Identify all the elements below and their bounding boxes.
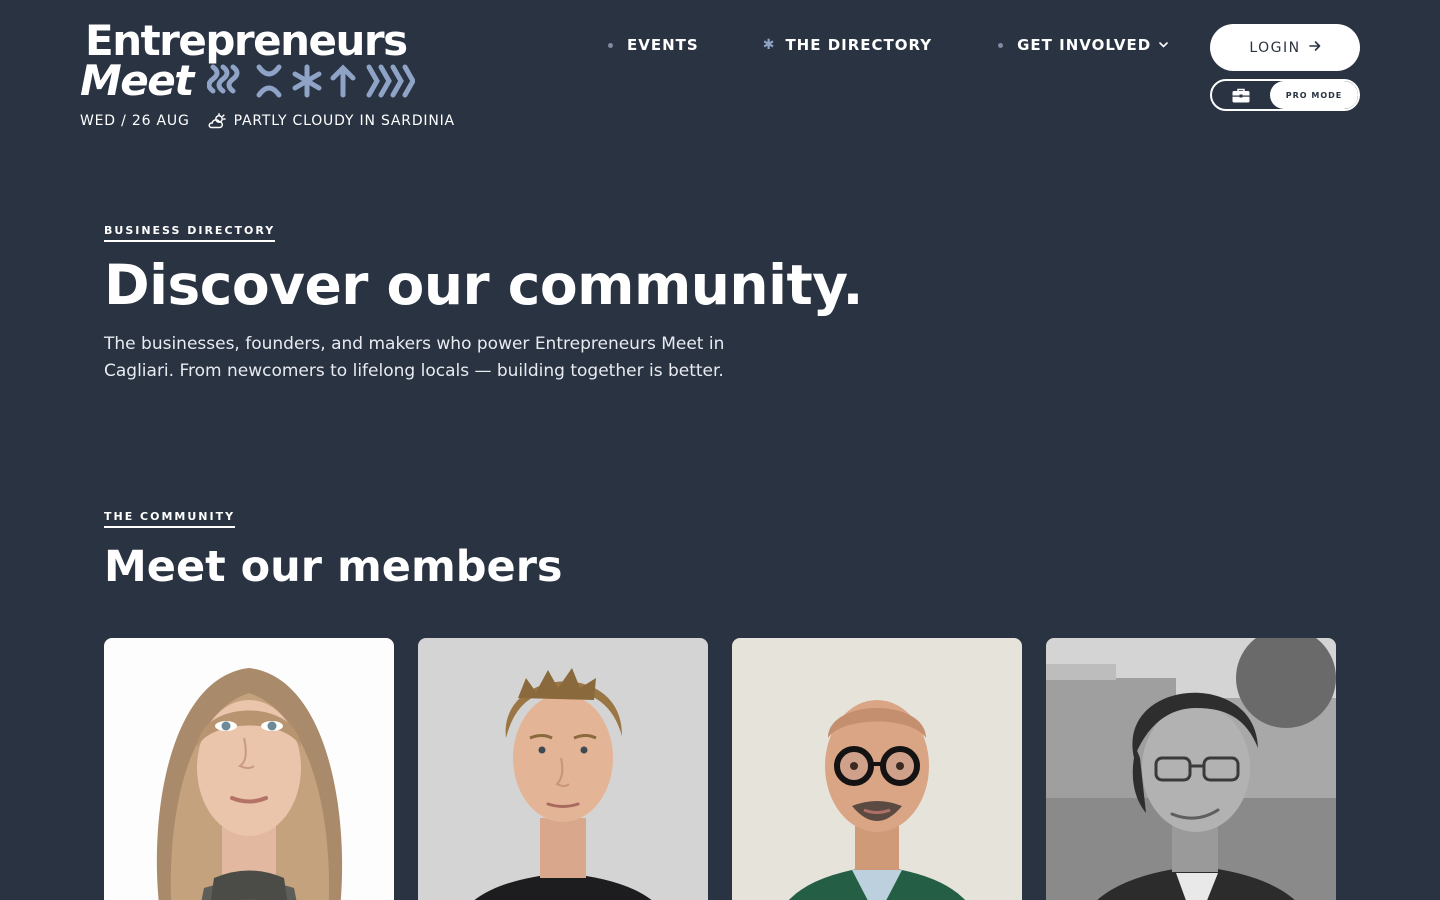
date-weather-bar: WED / 26 AUG PARTLY CLOUDY IN SARDINIA [80,113,455,129]
bullet-dot-icon [608,42,613,48]
chevron-down-icon [1159,42,1168,48]
nav-item-label: EVENTS [627,36,699,54]
login-button[interactable]: LOGIN [1210,24,1360,71]
site-logo[interactable]: Entrepreneurs Meet [80,20,460,105]
member-card[interactable] [418,638,708,900]
member-photo [732,638,1022,900]
page-description: The businesses, founders, and makers who… [104,334,725,381]
nav-item-directory[interactable]: ✱ THE DIRECTORY [763,36,932,54]
pro-mode-label: PRO MODE [1270,81,1358,109]
nav-item-label: GET INVOLVED [1017,36,1152,54]
partly-cloudy-icon [208,113,226,129]
asterisk-icon: ✱ [762,37,776,53]
member-photo [1046,638,1336,900]
member-card[interactable] [732,638,1022,900]
current-date: WED / 26 AUG [80,113,190,129]
page-title: Discover our community. [104,253,863,317]
member-photo [104,638,394,900]
member-card[interactable] [1046,638,1336,900]
login-label: LOGIN [1249,39,1301,56]
member-card[interactable] [104,638,394,900]
logo-wordmark-line2: Meet [80,56,194,105]
bullet-dot-icon [998,42,1004,48]
logo-glyphs-icon [206,63,415,99]
main-nav: EVENTS ✱ THE DIRECTORY GET INVOLVED [608,36,1168,54]
members-section-title: Meet our members [104,542,563,592]
weather-text: PARTLY CLOUDY IN SARDINIA [233,113,455,129]
pro-mode-toggle[interactable]: PRO MODE [1210,79,1360,111]
arrow-right-icon [1308,40,1321,56]
nav-item-events[interactable]: EVENTS [608,36,699,54]
member-cards-grid [104,638,1336,900]
community-eyebrow: THE COMMUNITY [104,510,236,528]
briefcase-icon [1212,81,1270,109]
member-photo [418,638,708,900]
nav-item-label: THE DIRECTORY [785,36,933,54]
nav-item-get-involved[interactable]: GET INVOLVED [998,36,1168,54]
business-directory-eyebrow: BUSINESS DIRECTORY [104,224,276,242]
